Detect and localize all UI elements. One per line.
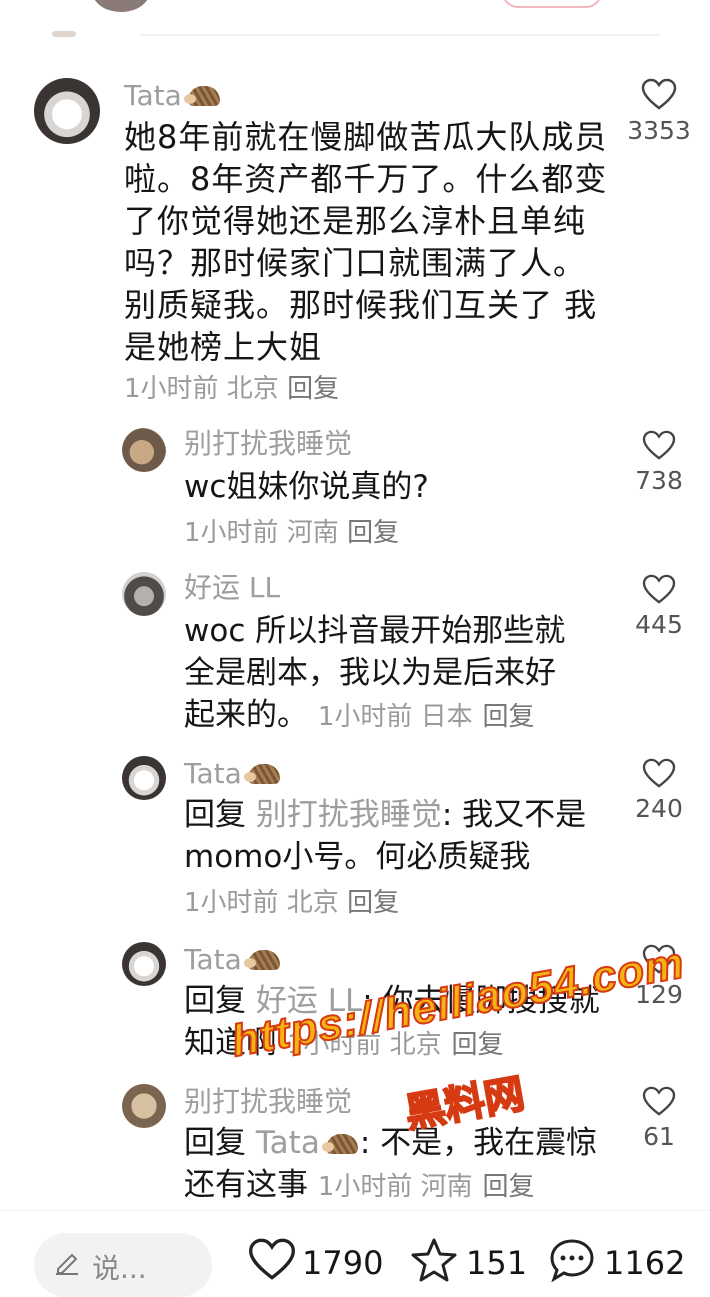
like-button[interactable]: 738: [619, 430, 699, 496]
like-count: 445: [635, 610, 683, 639]
comment-time-location: 1小时前 北京: [286, 1030, 442, 1060]
reply-prefix: 回复: [184, 797, 246, 833]
comment-time-location: 1小时前 日本: [317, 702, 473, 732]
like-button[interactable]: 240: [619, 758, 699, 824]
comment-text[interactable]: 回复 Tata: 不是，我在震惊还有这事 1小时前 河南 回复: [184, 1122, 614, 1208]
comment-time-location: 1小时前 河南: [317, 1172, 473, 1202]
previous-comment-remnant: [52, 31, 76, 37]
comment-author[interactable]: Tata: [184, 944, 282, 976]
author-name[interactable]: 别打扰我睡觉: [184, 428, 352, 460]
reply-to-user[interactable]: 好运 LL: [256, 983, 362, 1019]
like-count: 129: [635, 980, 683, 1009]
comment-input-placeholder: 说...: [92, 1252, 147, 1285]
avatar[interactable]: [122, 942, 166, 986]
heart-icon: [642, 758, 676, 788]
heart-icon: [248, 1238, 296, 1280]
comment-text[interactable]: 回复 别打扰我睡觉: 我又不是momo小号。何必质疑我: [184, 794, 604, 878]
heart-icon: [642, 574, 676, 604]
hedgehog-emoji-icon: [183, 84, 222, 108]
like-button[interactable]: 445: [619, 574, 699, 640]
like-button[interactable]: 129: [619, 944, 699, 1010]
author-avatar[interactable]: [92, 0, 150, 12]
author-name[interactable]: Tata: [184, 757, 242, 790]
avatar[interactable]: [122, 428, 166, 472]
like-button[interactable]: 3353: [619, 78, 699, 146]
hedgehog-emoji-icon: [243, 948, 282, 972]
heart-icon: [642, 430, 676, 460]
author-name[interactable]: Tata: [124, 79, 182, 112]
reply-button[interactable]: 回复: [483, 702, 535, 732]
comment-meta: 1小时前 北京 回复: [184, 882, 399, 919]
reply-button[interactable]: 回复: [287, 374, 339, 404]
like-total: 1790: [302, 1244, 384, 1282]
comment-input[interactable]: 说...: [34, 1233, 212, 1297]
reply-button[interactable]: 回复: [483, 1172, 535, 1202]
comment-text[interactable]: 她8年前就在慢脚做苦瓜大队成员啦。8年资产都千万了。什么都变了你觉得她还是那么淳…: [124, 116, 614, 368]
like-button[interactable]: 61: [619, 1086, 699, 1152]
comment-text[interactable]: 回复 好运 LL: 你去慢脚搜搜就知道啊 1小时前 北京 回复: [184, 980, 614, 1066]
reply-button[interactable]: 回复: [452, 1030, 504, 1060]
reply-button[interactable]: 回复: [347, 518, 399, 548]
follow-button[interactable]: [502, 0, 602, 8]
like-count: 61: [643, 1122, 675, 1151]
reply-to-user[interactable]: Tata: [256, 1125, 360, 1161]
author-name[interactable]: Tata: [184, 943, 242, 976]
comment-meta: 1小时前 河南 回复: [184, 512, 399, 549]
reply-prefix: 回复: [184, 1125, 246, 1161]
avatar[interactable]: [122, 572, 166, 616]
comment-meta: 1小时前 北京 回复: [124, 368, 339, 405]
comment-bubble-icon: [550, 1239, 594, 1283]
like-count: 240: [635, 794, 683, 823]
reply-button[interactable]: 回复: [347, 888, 399, 918]
hedgehog-emoji-icon: [243, 762, 282, 786]
bottom-bar: 说... 1790 151 1162: [0, 1210, 710, 1297]
reply-to-user[interactable]: 别打扰我睡觉: [256, 797, 442, 833]
reply-to-name[interactable]: Tata: [256, 1125, 320, 1161]
divider: [140, 34, 660, 36]
comment-time-location: 1小时前 河南: [184, 518, 339, 548]
author-name[interactable]: 别打扰我睡觉: [184, 1086, 352, 1118]
hedgehog-emoji-icon: [321, 1132, 360, 1156]
avatar[interactable]: [122, 1084, 166, 1128]
comment-body: 她8年前就在慢脚做苦瓜大队成员啦。8年资产都千万了。什么都变了你觉得她还是那么淳…: [124, 118, 608, 366]
comment-total: 1162: [604, 1244, 686, 1282]
author-name[interactable]: 好运 LL: [184, 572, 280, 604]
comment-text[interactable]: wc姐妹你说真的?: [184, 466, 604, 508]
avatar[interactable]: [34, 78, 100, 144]
heart-icon: [642, 1086, 676, 1116]
like-count: 738: [635, 466, 683, 495]
pencil-icon: [56, 1253, 78, 1275]
reply-prefix: 回复: [184, 983, 246, 1019]
comment-text[interactable]: woc 所以抖音最开始那些就全是剧本，我以为是后来好起来的。 1小时前 日本 回…: [184, 610, 584, 738]
star-icon: [411, 1238, 457, 1282]
heart-icon: [641, 78, 677, 110]
heart-icon: [642, 944, 676, 974]
comment-author[interactable]: Tata: [184, 758, 282, 790]
comment-author[interactable]: Tata: [124, 80, 222, 112]
avatar[interactable]: [122, 756, 166, 800]
favorite-total: 151: [466, 1244, 528, 1282]
comment-time-location: 1小时前 北京: [124, 374, 279, 404]
like-count: 3353: [627, 116, 691, 145]
top-area: [0, 0, 710, 40]
comment-time-location: 1小时前 北京: [184, 888, 339, 918]
